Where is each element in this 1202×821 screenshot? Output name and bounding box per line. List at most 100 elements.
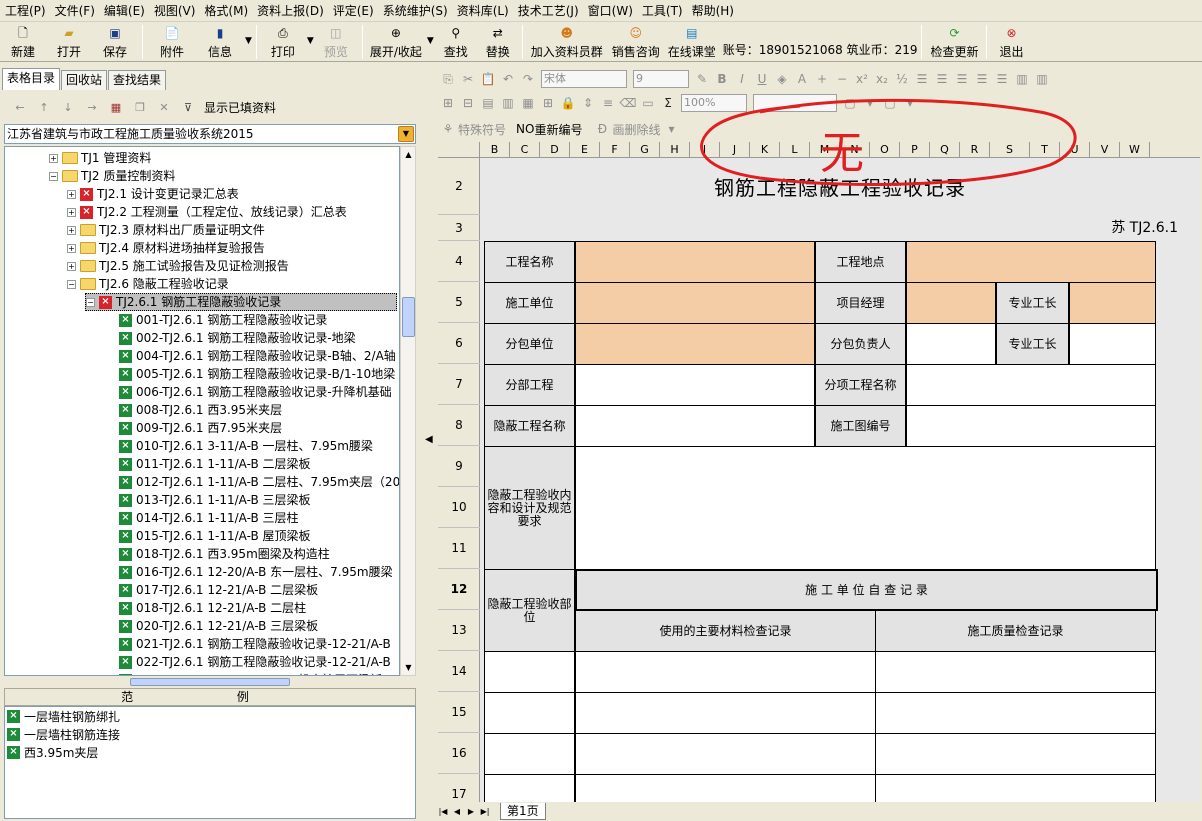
replace-button[interactable]: ⇄ 替换 bbox=[478, 22, 518, 60]
collapse-icon[interactable]: − bbox=[49, 171, 58, 181]
insert-row-icon[interactable]: ▤ bbox=[478, 96, 498, 110]
delete-row-icon[interactable]: ▦ bbox=[518, 96, 538, 110]
column-header[interactable]: I bbox=[690, 142, 720, 158]
font-size-select[interactable]: 9 bbox=[633, 70, 689, 88]
input-cell[interactable] bbox=[906, 241, 1156, 283]
expand-dropdown-icon[interactable]: ▼ bbox=[427, 36, 434, 46]
input-cell[interactable] bbox=[906, 364, 1156, 406]
tab-search-results[interactable]: 查找结果 bbox=[108, 70, 167, 90]
subscript-icon[interactable]: x₂ bbox=[872, 72, 892, 86]
label-cell[interactable]: 分包负责人 bbox=[815, 323, 906, 365]
minus-icon[interactable]: − bbox=[832, 72, 852, 86]
panel-resize-handle[interactable] bbox=[130, 678, 290, 686]
plus-icon[interactable]: + bbox=[812, 72, 832, 86]
row-header[interactable]: 13 bbox=[438, 610, 480, 651]
border-style-icon[interactable]: ▢ bbox=[840, 96, 860, 110]
tree-item[interactable]: × 006-TJ2.6.1 钢筋工程隐蔽验收记录-升降机基础 bbox=[119, 383, 392, 401]
copy-icon[interactable]: ❐ bbox=[132, 101, 148, 114]
row-header[interactable]: 15 bbox=[438, 692, 480, 733]
prev-sheet-icon[interactable]: ◀ bbox=[450, 807, 464, 816]
expand-icon[interactable]: + bbox=[67, 189, 76, 199]
input-cell[interactable] bbox=[575, 282, 815, 324]
italic-icon[interactable]: I bbox=[732, 72, 752, 86]
tree-item[interactable]: × 001-TJ2.6.1 钢筋工程隐蔽验收记录 bbox=[119, 311, 327, 329]
sheet-tab-page1[interactable]: 第1页 bbox=[500, 803, 546, 820]
scroll-down-icon[interactable]: ▼ bbox=[402, 660, 415, 675]
filter-icon[interactable]: ⊽ bbox=[180, 101, 196, 114]
sales-consult-button[interactable]: ☺ 销售咨询 bbox=[607, 22, 665, 60]
tree-item[interactable]: × 016-TJ2.6.1 12-20/A-B 东一层柱、7.95m腰梁 bbox=[119, 563, 393, 581]
column-header[interactable]: V bbox=[1090, 142, 1120, 158]
shade-icon[interactable]: ▢ bbox=[880, 96, 900, 110]
column-header[interactable]: R bbox=[960, 142, 990, 158]
check-update-button[interactable]: ⟳ 检查更新 bbox=[926, 22, 982, 60]
label-cell[interactable]: 隐蔽工程验收内容和设计及规范要求 bbox=[484, 446, 575, 570]
column-header[interactable]: P bbox=[900, 142, 930, 158]
zoom-select[interactable]: 100% bbox=[681, 94, 747, 112]
tree-item[interactable]: × 017-TJ2.6.1 12-21/A-B 二层梁板 bbox=[119, 581, 318, 599]
row-header[interactable]: 4 bbox=[438, 241, 480, 282]
column-header[interactable]: Q bbox=[930, 142, 960, 158]
tree-item[interactable]: − TJ2 质量控制资料 bbox=[49, 167, 175, 185]
shade-dropdown-icon[interactable]: ▾ bbox=[900, 96, 920, 110]
arrow-up-icon[interactable]: ↑ bbox=[36, 101, 52, 114]
input-cell[interactable] bbox=[575, 774, 876, 802]
fraction-icon[interactable]: ½ bbox=[892, 72, 912, 86]
label-cell[interactable]: 分项工程名称 bbox=[815, 364, 906, 406]
justify-icon[interactable]: ☰ bbox=[972, 72, 992, 86]
row-header[interactable]: 16 bbox=[438, 733, 480, 774]
add-item-icon[interactable]: ▦ bbox=[108, 101, 124, 114]
tree-item[interactable]: + × TJ2.1 设计变更记录汇总表 bbox=[67, 185, 239, 203]
column-header[interactable]: N bbox=[840, 142, 870, 158]
expand-icon[interactable]: + bbox=[67, 261, 76, 271]
panel-splitter[interactable]: ◀ bbox=[422, 64, 436, 821]
column-header[interactable]: S bbox=[990, 142, 1030, 158]
column-header[interactable]: M bbox=[810, 142, 840, 158]
input-cell[interactable] bbox=[484, 651, 575, 693]
menu-item[interactable]: 工具(T) bbox=[639, 2, 686, 19]
label-cell[interactable]: 专业工长 bbox=[996, 282, 1069, 324]
menu-item[interactable]: 窗口(W) bbox=[585, 2, 636, 19]
label-cell[interactable]: 使用的主要材料检查记录 bbox=[575, 610, 876, 652]
input-cell[interactable] bbox=[575, 241, 815, 283]
tree-item[interactable]: − TJ2.6 隐蔽工程验收记录 bbox=[67, 275, 229, 293]
row-header[interactable]: 6 bbox=[438, 323, 480, 364]
label-cell[interactable]: 施工单位 bbox=[484, 282, 575, 324]
example-item[interactable]: × 西3.95m夹层 bbox=[5, 743, 415, 761]
row-header[interactable]: 3 bbox=[438, 215, 480, 241]
expand-icon[interactable]: + bbox=[67, 207, 76, 217]
eraser-icon[interactable]: ⌫ bbox=[618, 96, 638, 110]
tree-item[interactable]: + TJ2.4 原材料进场抽样复验报告 bbox=[67, 239, 265, 257]
column-header[interactable]: K bbox=[750, 142, 780, 158]
scroll-thumb[interactable] bbox=[402, 297, 415, 337]
lock-icon[interactable]: 🔒 bbox=[558, 96, 578, 110]
tree-item[interactable]: × 012-TJ2.6.1 1-11/A-B 二层柱、7.95m夹层（20- bbox=[119, 473, 399, 491]
tree-item[interactable]: + TJ2.3 原材料出厂质量证明文件 bbox=[67, 221, 265, 239]
align-left-icon[interactable]: ☰ bbox=[912, 72, 932, 86]
collapse-icon[interactable]: − bbox=[67, 279, 76, 289]
menu-item[interactable]: 技术工艺(J) bbox=[515, 2, 582, 19]
tree-item[interactable]: × 022-TJ2.6.1 钢筋工程隐蔽验收记录-12-21/A-B bbox=[119, 653, 391, 671]
input-cell[interactable] bbox=[575, 364, 815, 406]
label-cell[interactable]: 工程名称 bbox=[484, 241, 575, 283]
tree-item[interactable]: × 014-TJ2.6.1 1-11/A-B 三层柱 bbox=[119, 509, 299, 527]
tree-item[interactable]: × 011-TJ2.6.1 1-11/A-B 二层梁板 bbox=[119, 455, 311, 473]
menu-item[interactable]: 系统维护(S) bbox=[380, 2, 451, 19]
input-cell[interactable] bbox=[575, 651, 876, 693]
input-cell[interactable] bbox=[1069, 282, 1156, 324]
label-cell[interactable]: 专业工长 bbox=[996, 323, 1069, 365]
renumber-icon[interactable]: NO bbox=[516, 122, 534, 136]
copy-format-icon[interactable]: ⎘ bbox=[438, 72, 458, 87]
cut-icon[interactable]: ✂ bbox=[458, 72, 478, 86]
row-header[interactable]: 17 bbox=[438, 774, 480, 802]
label-cell[interactable]: 施工图编号 bbox=[815, 405, 906, 447]
example-item[interactable]: × 一层墙柱钢筋绑扎 bbox=[5, 707, 415, 725]
tab-table-directory[interactable]: 表格目录 bbox=[2, 68, 61, 90]
label-cell[interactable]: 隐蔽工程名称 bbox=[484, 405, 575, 447]
menu-item[interactable]: 资料上报(D) bbox=[254, 2, 327, 19]
paste-icon[interactable]: 📋 bbox=[478, 72, 498, 86]
menu-item[interactable]: 评定(E) bbox=[330, 2, 377, 19]
underline-icon[interactable]: U bbox=[752, 72, 772, 86]
special-symbol-icon[interactable]: ⚘ bbox=[438, 122, 458, 136]
column-header[interactable]: L bbox=[780, 142, 810, 158]
